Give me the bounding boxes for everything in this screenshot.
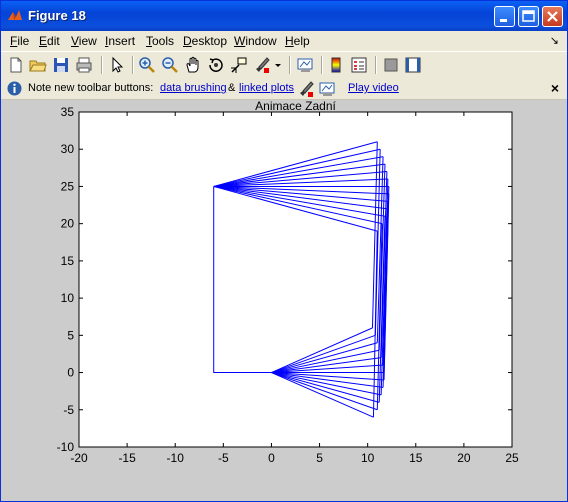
x-tick-label: 15 xyxy=(409,451,423,465)
menu-bar: File Edit View Insert Tools Desktop Wind… xyxy=(1,31,567,51)
maximize-icon xyxy=(522,10,535,22)
zoom-out-icon[interactable] xyxy=(161,56,179,74)
link-plot-icon[interactable] xyxy=(296,56,314,74)
y-tick-label: -10 xyxy=(57,440,75,454)
window-title: Figure 18 xyxy=(28,8,86,23)
save-icon[interactable] xyxy=(52,56,70,74)
x-tick-label: 25 xyxy=(505,451,519,465)
toolbar-separator xyxy=(132,56,134,74)
x-tick-label: 0 xyxy=(268,451,275,465)
y-tick-label: 20 xyxy=(61,217,75,231)
x-tick-label: 10 xyxy=(361,451,375,465)
chart-title: Animace Zadní xyxy=(255,100,336,113)
menu-view[interactable]: View xyxy=(71,34,97,48)
data-cursor-icon[interactable] xyxy=(230,56,248,74)
axes-background xyxy=(79,112,512,447)
toolbar-separator xyxy=(375,56,377,74)
play-video-link[interactable]: Play video xyxy=(348,82,399,94)
y-tick-label: 10 xyxy=(61,291,75,305)
figure-toolbar xyxy=(1,51,567,79)
linked-plots-link[interactable]: linked plots xyxy=(239,82,294,94)
info-message: Note new toolbar buttons: xyxy=(28,82,154,94)
toolbar-separator xyxy=(101,56,103,74)
brush-icon[interactable] xyxy=(253,56,271,74)
minimize-icon xyxy=(500,19,507,22)
maximize-button[interactable] xyxy=(518,6,539,27)
new-figure-icon[interactable] xyxy=(7,56,25,74)
menu-edit[interactable]: Edit xyxy=(39,34,60,48)
close-icon xyxy=(547,11,558,22)
data-brushing-link[interactable]: data brushing xyxy=(160,82,227,94)
info-ampersand: & xyxy=(228,82,236,94)
rotate-3d-icon[interactable] xyxy=(207,56,225,74)
figure-window: Figure 18 File Edit View Insert Tools De… xyxy=(0,0,568,502)
open-file-icon[interactable] xyxy=(29,56,47,74)
info-icon xyxy=(7,81,22,96)
x-tick-label: -5 xyxy=(218,451,229,465)
y-tick-label: -5 xyxy=(63,403,74,417)
info-bar: Note new toolbar buttons: data brushing … xyxy=(1,78,567,100)
minimize-button[interactable] xyxy=(494,6,515,27)
brush-icon xyxy=(300,81,314,97)
legend-icon[interactable] xyxy=(350,56,368,74)
zoom-in-icon[interactable] xyxy=(138,56,156,74)
y-tick-label: 35 xyxy=(61,105,75,119)
colorbar-icon[interactable] xyxy=(327,56,345,74)
y-tick-label: 15 xyxy=(61,254,75,268)
y-tick-label: 0 xyxy=(67,366,74,380)
x-tick-label: 5 xyxy=(316,451,323,465)
print-icon[interactable] xyxy=(75,56,93,74)
y-tick-label: 5 xyxy=(67,328,74,342)
link-plot-icon xyxy=(319,82,335,96)
plot-svg[interactable]: Animace Zadní-20 -15 -10 -5 0 5 10 15 20 25-10-50… xyxy=(1,100,567,501)
close-infobar-icon[interactable]: × xyxy=(551,80,559,96)
x-tick-label: -10 xyxy=(167,451,185,465)
hide-plot-tools-icon[interactable] xyxy=(382,56,400,74)
brush-dropdown-icon[interactable] xyxy=(273,56,283,74)
menu-tools[interactable]: Tools xyxy=(146,34,174,48)
x-tick-label: -15 xyxy=(118,451,136,465)
menu-file[interactable]: File xyxy=(10,34,29,48)
menu-desktop[interactable]: Desktop xyxy=(183,34,227,48)
y-tick-label: 25 xyxy=(61,179,75,193)
edit-plot-arrow-icon[interactable] xyxy=(108,56,126,74)
x-tick-label: 20 xyxy=(457,451,471,465)
show-plot-tools-icon[interactable] xyxy=(404,56,422,74)
figure-canvas: Animace Zadní -20 -15 -10 -5 0 5 10 15 20 25 -10 -5 0… xyxy=(1,100,567,501)
menu-window[interactable]: Window xyxy=(234,34,277,48)
toolbar-separator xyxy=(321,56,323,74)
close-window-button[interactable] xyxy=(542,6,563,27)
y-tick-label: 30 xyxy=(61,142,75,156)
menu-help[interactable]: Help xyxy=(285,34,310,48)
title-bar[interactable]: Figure 18 xyxy=(1,1,567,31)
toolbar-separator xyxy=(289,56,291,74)
pan-hand-icon[interactable] xyxy=(184,56,202,74)
dock-arrow-icon[interactable]: ↘ xyxy=(550,34,559,47)
matlab-logo-icon xyxy=(8,10,22,20)
menu-insert[interactable]: Insert xyxy=(105,34,135,48)
